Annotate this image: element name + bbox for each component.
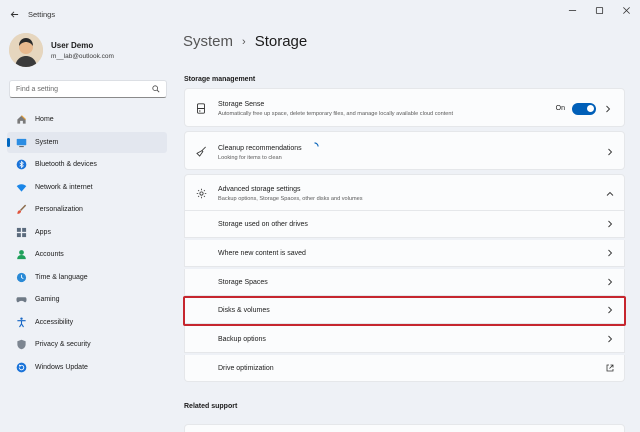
loading-spinner-icon <box>314 142 319 147</box>
chevron-right-icon <box>606 220 614 228</box>
sub-item-label: Where new content is saved <box>218 249 306 257</box>
drive-optimization-item[interactable]: Drive optimization <box>184 355 625 382</box>
accounts-icon <box>15 249 27 261</box>
sidebar-item-label: Bluetooth & devices <box>35 161 97 168</box>
sidebar-item-gaming[interactable]: Gaming <box>7 289 167 310</box>
sidebar-item-accounts[interactable]: Accounts <box>7 244 167 265</box>
minimize-icon <box>568 9 577 11</box>
advanced-storage-settings-header[interactable]: Advanced storage settings Backup options… <box>184 174 625 211</box>
user-name: User Demo <box>51 40 94 50</box>
sidebar-item-windows-update[interactable]: Windows Update <box>7 357 167 378</box>
chevron-right-icon <box>604 105 612 113</box>
cleanup-recommendations-card[interactable]: Cleanup recommendations Looking for item… <box>184 131 625 170</box>
maximize-icon <box>595 6 604 14</box>
sidebar-item-time-language[interactable]: Time & language <box>7 267 167 288</box>
search-icon <box>152 85 160 93</box>
related-support-card[interactable] <box>184 424 625 432</box>
sidebar-item-label: Accounts <box>35 251 64 258</box>
back-button[interactable] <box>0 0 28 28</box>
update-icon <box>15 361 27 373</box>
cleanup-title: Cleanup recommendations <box>218 142 319 152</box>
sidebar-item-system[interactable]: System <box>7 131 167 153</box>
close-icon <box>623 6 630 14</box>
chevron-right-icon <box>606 249 614 257</box>
search-placeholder: Find a setting <box>16 85 59 93</box>
window-controls <box>559 0 640 20</box>
sidebar-item-home[interactable]: Home <box>7 109 167 130</box>
sub-item-label: Backup options <box>218 335 266 343</box>
storage-sense-toggle-label: On <box>555 105 565 112</box>
storage-sense-card[interactable]: Storage Sense Automatically free up spac… <box>184 88 625 127</box>
section-heading-storage-management: Storage management <box>184 76 256 83</box>
wifi-icon <box>15 181 27 193</box>
system-icon <box>15 136 27 148</box>
sidebar-item-personalization[interactable]: Personalization <box>7 199 167 220</box>
storage-sense-toggle[interactable] <box>572 102 596 115</box>
sidebar-item-network[interactable]: Network & internet <box>7 177 167 198</box>
chevron-right-icon <box>606 148 614 156</box>
section-heading-related-support: Related support <box>184 403 238 410</box>
sub-item-label: Storage Spaces <box>218 278 268 286</box>
chevron-up-icon <box>606 190 614 198</box>
advanced-storage-description: Backup options, Storage Spaces, other di… <box>218 195 363 202</box>
sidebar-item-privacy[interactable]: Privacy & security <box>7 334 167 355</box>
cleanup-description: Looking for items to clean <box>218 155 282 161</box>
storage-drive-icon <box>195 103 207 115</box>
shield-icon <box>15 339 27 351</box>
storage-spaces-item[interactable]: Storage Spaces <box>184 269 625 296</box>
sidebar-item-label: Gaming <box>35 296 60 303</box>
sidebar-item-label: System <box>35 138 59 146</box>
backup-options-item[interactable]: Backup options <box>184 326 625 353</box>
external-link-icon <box>606 364 614 372</box>
sub-item-label: Drive optimization <box>218 364 274 372</box>
bluetooth-icon <box>15 159 27 171</box>
storage-sense-title: Storage Sense <box>218 100 265 108</box>
sidebar-nav: Home System Bluetooth & devices Network … <box>7 109 167 379</box>
sidebar-item-label: Apps <box>35 228 51 236</box>
page-title: Storage <box>254 33 308 50</box>
breadcrumb-separator: › <box>242 35 246 48</box>
maximize-button[interactable] <box>586 0 613 20</box>
sidebar-item-label: Network & internet <box>35 183 93 191</box>
gamepad-icon <box>15 294 27 306</box>
breadcrumb: System › Storage <box>183 33 307 50</box>
sidebar-item-label: Home <box>35 116 54 123</box>
user-profile[interactable]: User Demo m__lab@outlook.com <box>9 33 114 67</box>
minimize-button[interactable] <box>559 0 586 20</box>
sidebar-item-label: Accessibility <box>35 318 74 326</box>
chevron-right-icon <box>606 335 614 343</box>
brush-icon <box>15 204 27 216</box>
back-arrow-icon <box>10 10 18 18</box>
breadcrumb-parent[interactable]: System <box>183 33 233 50</box>
avatar <box>9 33 43 67</box>
sidebar: User Demo m__lab@outlook.com Find a sett… <box>0 28 176 432</box>
close-button[interactable] <box>613 0 640 20</box>
window-title: Settings <box>28 9 56 19</box>
chevron-right-icon <box>606 278 614 286</box>
storage-used-on-other-drives-item[interactable]: Storage used on other drives <box>184 211 625 238</box>
title-bar: Settings <box>0 0 640 28</box>
user-email: m__lab@outlook.com <box>51 52 114 60</box>
storage-sense-description: Automatically free up space, delete temp… <box>218 110 454 117</box>
gear-icon <box>195 188 207 200</box>
apps-icon <box>15 226 27 238</box>
sidebar-item-accessibility[interactable]: Accessibility <box>7 312 167 333</box>
advanced-storage-title: Advanced storage settings <box>218 185 301 193</box>
broom-icon <box>195 146 207 158</box>
sidebar-item-label: Time & language <box>35 273 88 281</box>
sidebar-item-apps[interactable]: Apps <box>7 222 167 243</box>
sidebar-item-bluetooth[interactable]: Bluetooth & devices <box>7 154 167 175</box>
accessibility-icon <box>15 316 27 328</box>
sub-item-label: Storage used on other drives <box>218 220 308 228</box>
search-input[interactable]: Find a setting <box>9 80 167 98</box>
home-icon <box>15 114 27 126</box>
sidebar-item-label: Windows Update <box>35 363 88 371</box>
globe-clock-icon <box>15 271 27 283</box>
sidebar-item-label: Privacy & security <box>35 341 91 348</box>
sidebar-item-label: Personalization <box>35 206 83 213</box>
where-new-content-is-saved-item[interactable]: Where new content is saved <box>184 240 625 267</box>
highlight-annotation <box>183 296 626 326</box>
